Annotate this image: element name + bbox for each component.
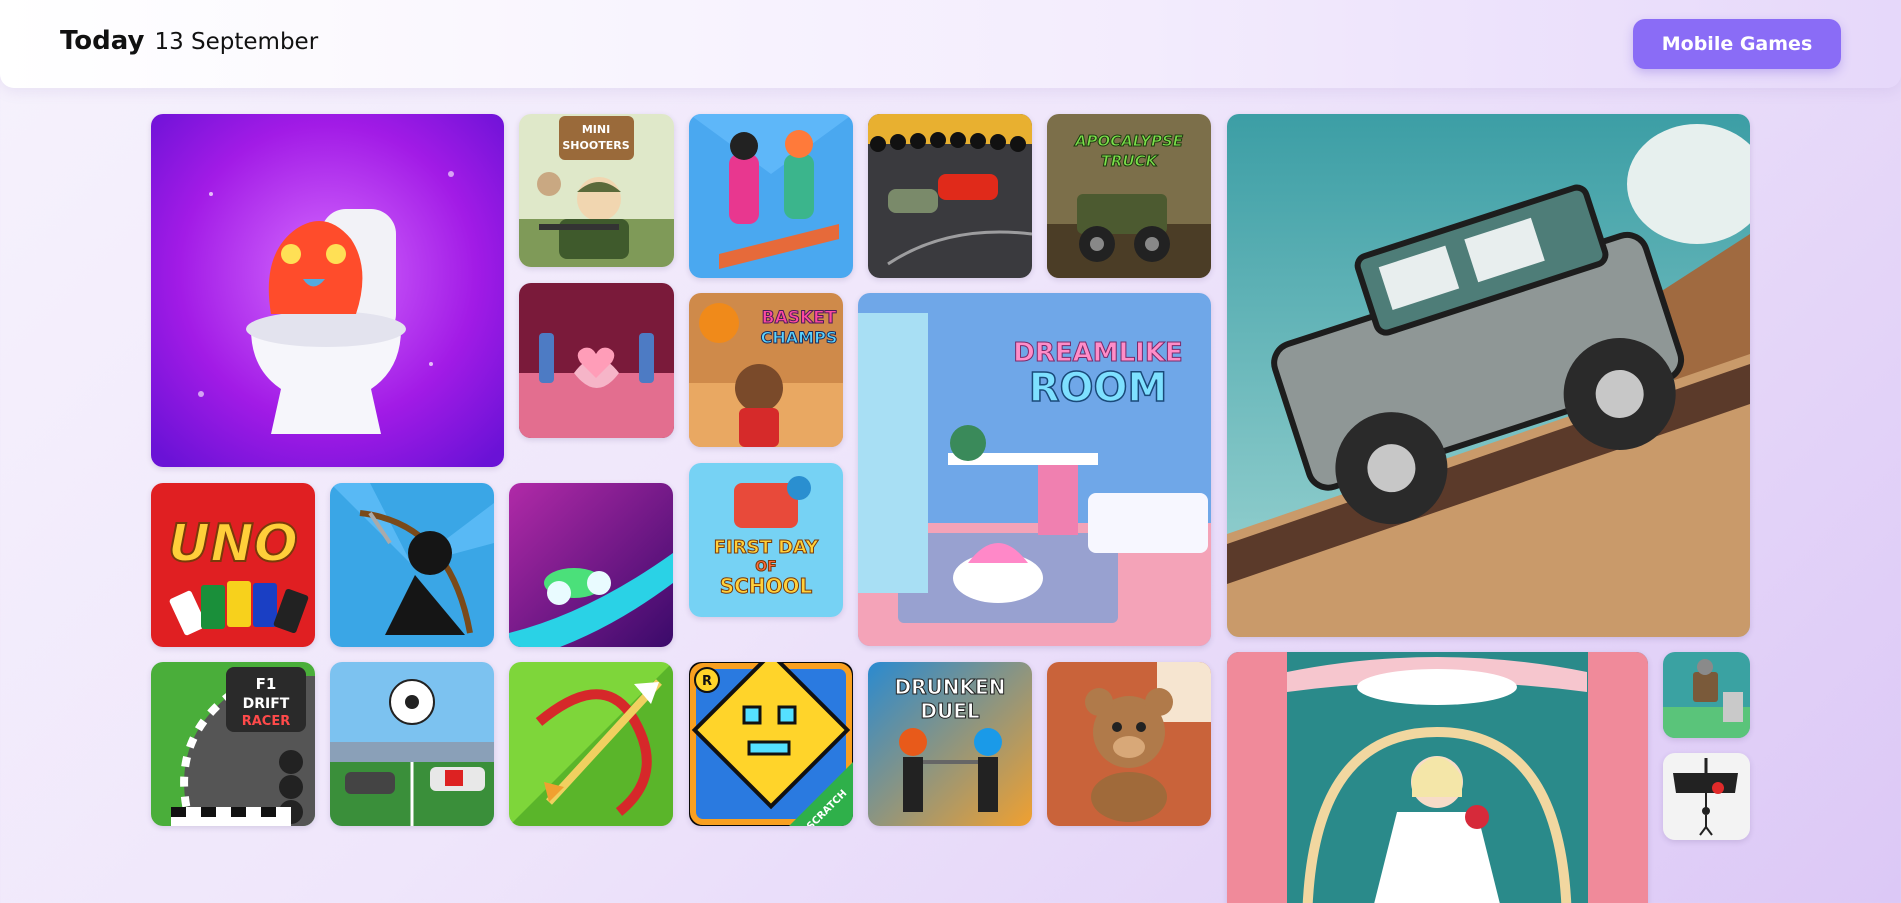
game-tile-drift-cars[interactable] xyxy=(868,114,1032,278)
game-tile-apocalypse-truck[interactable]: APOCALYPSE TRUCK xyxy=(1047,114,1211,278)
game-tile-geometry-dash[interactable]: R SCRATCH xyxy=(689,662,853,826)
game-tile-basket-champs[interactable]: BASKET CHAMPS xyxy=(689,293,843,447)
mobile-games-button[interactable]: Mobile Games xyxy=(1633,19,1841,69)
date-display: Today 13 September xyxy=(60,26,318,56)
game-tile-restaurant-date[interactable] xyxy=(519,283,674,438)
drunken-line2: DUEL xyxy=(920,699,980,723)
game-tile-hanging-stick[interactable] xyxy=(1663,753,1750,840)
f1-line1: F1 xyxy=(256,675,277,693)
school-line3: SCHOOL xyxy=(720,574,813,598)
first-day-school-thumbnail: FIRST DAY OF SCHOOL xyxy=(689,463,843,617)
f1-line3: RACER xyxy=(242,714,291,729)
apocalypse-line1: APOCALYPSE xyxy=(1074,132,1184,150)
dreamlike-room-thumbnail: DREAMLIKE ROOM xyxy=(858,293,1211,646)
game-tile-skibidi-toilet[interactable] xyxy=(151,114,504,467)
top-bar: Today 13 September Mobile Games xyxy=(0,0,1901,88)
game-tile-mini-shooters[interactable]: MINI SHOOTERS xyxy=(519,114,674,267)
drift-cars-thumbnail xyxy=(868,114,1032,278)
robot-thumbnail xyxy=(1663,652,1750,738)
geometry-badge: R xyxy=(702,674,712,689)
basket-line2: CHAMPS xyxy=(761,328,838,347)
game-tile-drunken-duel[interactable]: DRUNKEN DUEL xyxy=(868,662,1032,826)
archery-arrow-thumbnail xyxy=(509,662,673,826)
dreamlike-line1: DREAMLIKE xyxy=(1013,338,1183,368)
today-label: Today xyxy=(60,26,145,56)
basket-champs-thumbnail: BASKET CHAMPS xyxy=(689,293,843,447)
f1-line2: DRIFT xyxy=(243,696,290,712)
neon-bike-thumbnail xyxy=(509,483,673,647)
uno-title: UNO xyxy=(168,514,298,574)
game-tile-teddy-bear[interactable] xyxy=(1047,662,1211,826)
game-tile-robot-small[interactable] xyxy=(1663,652,1750,738)
drunken-duel-thumbnail: DRUNKEN DUEL xyxy=(868,662,1032,826)
game-tile-jeep-hill[interactable] xyxy=(1227,114,1750,637)
game-tile-first-day-school[interactable]: FIRST DAY OF SCHOOL xyxy=(689,463,843,617)
apocalypse-truck-thumbnail: APOCALYPSE TRUCK xyxy=(1047,114,1211,278)
game-tile-f1-drift-racer[interactable]: F1 DRIFT RACER xyxy=(151,662,315,826)
drunken-line1: DRUNKEN xyxy=(895,675,1006,699)
squid-race-thumbnail xyxy=(689,114,853,278)
skibidi-toilet-thumbnail xyxy=(151,114,504,467)
game-tile-car-soccer[interactable] xyxy=(330,662,494,826)
mini-shooters-thumbnail: MINI SHOOTERS xyxy=(519,114,674,267)
car-soccer-thumbnail xyxy=(330,662,494,826)
game-tile-squid-race[interactable] xyxy=(689,114,853,278)
uno-thumbnail: UNO xyxy=(151,483,315,647)
mini-shooters-line2: SHOOTERS xyxy=(562,139,629,152)
school-line2: OF xyxy=(755,559,776,575)
apocalypse-line2: TRUCK xyxy=(1101,152,1159,170)
stick-archer-thumbnail xyxy=(330,483,494,647)
f1-drift-racer-thumbnail: F1 DRIFT RACER xyxy=(151,662,315,826)
game-tile-neon-bike[interactable] xyxy=(509,483,673,647)
game-tile-dreamlike-room[interactable]: DREAMLIKE ROOM xyxy=(858,293,1211,646)
basket-line1: BASKET xyxy=(762,308,837,328)
jeep-hill-thumbnail xyxy=(1227,114,1750,637)
game-tile-archery-arrow[interactable] xyxy=(509,662,673,826)
mini-shooters-line1: MINI xyxy=(582,123,610,136)
teddy-bear-thumbnail xyxy=(1047,662,1211,826)
date-text: 13 September xyxy=(154,29,319,55)
geometry-dash-thumbnail: R SCRATCH xyxy=(689,662,853,826)
game-tile-wedding[interactable] xyxy=(1227,652,1648,903)
dreamlike-line2: ROOM xyxy=(1029,365,1168,411)
game-tile-uno[interactable]: UNO xyxy=(151,483,315,647)
school-line1: FIRST DAY xyxy=(714,537,820,558)
wedding-thumbnail xyxy=(1227,652,1648,903)
game-tile-stick-archer[interactable] xyxy=(330,483,494,647)
hanging-stick-thumbnail xyxy=(1663,753,1750,840)
restaurant-date-thumbnail xyxy=(519,283,674,438)
